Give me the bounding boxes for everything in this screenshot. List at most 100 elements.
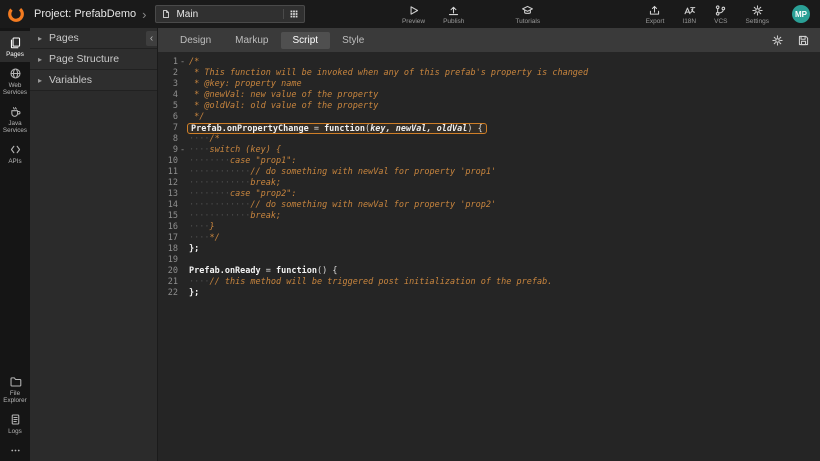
fold-marker (178, 222, 187, 233)
line-number: 6 (158, 112, 178, 123)
code-line[interactable]: 15············break; (158, 211, 820, 222)
rail-item-label: File Explorer (1, 390, 29, 404)
wavemaker-logo-icon[interactable] (7, 5, 25, 23)
left-rail: Pages Web Services Java ServicesAPIs File … (0, 28, 30, 461)
code-line[interactable]: 1-/* (158, 57, 820, 68)
code-line[interactable]: 19 (158, 255, 820, 266)
fold-marker (178, 255, 187, 266)
avatar[interactable]: MP (792, 5, 810, 23)
code-text: ········case "prop2": (187, 189, 296, 200)
rail-item-file-explorer[interactable]: File Explorer (0, 370, 30, 408)
code-text: */ (187, 112, 204, 123)
code-text: ····switch (key) { (187, 145, 281, 156)
topbar-action-vcs[interactable]: VCS (714, 4, 727, 25)
sidebar-sections: ▸Pages▸Page Structure▸Variables (30, 28, 157, 91)
tab-markup[interactable]: Markup (223, 32, 280, 49)
export-icon (648, 4, 661, 17)
code-line[interactable]: 21····// this method will be triggered p… (158, 277, 820, 288)
code-line[interactable]: 7 Prefab.onPropertyChange = function(key,… (158, 123, 820, 134)
fold-marker (178, 68, 187, 79)
line-number: 21 (158, 277, 178, 288)
code-area: 1-/*2 * This function will be invoked wh… (158, 57, 820, 299)
code-line[interactable]: 12············break; (158, 178, 820, 189)
fold-marker[interactable]: - (178, 145, 187, 156)
code-line[interactable]: 17····*/ (158, 233, 820, 244)
code-text: ········case "prop1": (187, 156, 296, 167)
code-text: * @newVal: new value of the property (187, 90, 378, 101)
topbar-action-label: Export (646, 18, 665, 25)
sidebar-section-label: Page Structure (49, 53, 119, 65)
code-text: Prefab.onPropertyChange = function(key, … (187, 123, 487, 134)
code-text: ····*/ (187, 233, 220, 244)
line-number: 16 (158, 222, 178, 233)
save-icon[interactable] (797, 34, 810, 47)
sidebar-section-label: Variables (49, 74, 92, 86)
tab-script[interactable]: Script (281, 32, 331, 49)
code-text: Prefab.onReady = function() { (187, 266, 337, 277)
topbar-action-preview[interactable]: Preview (402, 4, 425, 25)
rail-item-logs[interactable]: Logs (0, 408, 30, 439)
code-line[interactable]: 22}; (158, 288, 820, 299)
code-line[interactable]: 6 */ (158, 112, 820, 123)
fold-marker (178, 189, 187, 200)
topbar-action-tutorials[interactable]: Tutorials (515, 4, 540, 25)
tab-design[interactable]: Design (168, 32, 223, 49)
page-file-icon (161, 8, 171, 20)
tab-list: DesignMarkupScriptStyle (168, 32, 376, 49)
code-text: ············// do something with newVal … (187, 167, 496, 178)
topbar-action-settings[interactable]: Settings (746, 4, 770, 25)
fold-marker[interactable]: - (178, 57, 187, 68)
code-line[interactable]: 5 * @oldVal: old value of the property (158, 101, 820, 112)
fold-marker (178, 200, 187, 211)
grid-icon[interactable] (283, 9, 299, 19)
sidebar-section-page-structure[interactable]: ▸Page Structure (30, 49, 157, 70)
sidebar-section-pages[interactable]: ▸Pages (30, 28, 157, 49)
fold-marker (178, 244, 187, 255)
code-text: ············break; (187, 178, 281, 189)
line-number: 7 (158, 123, 178, 134)
code-line[interactable]: 11 ············// do something with newVa… (158, 167, 820, 178)
rail-item-more[interactable] (0, 439, 30, 461)
line-number: 11 (158, 167, 178, 178)
code-text: ····} (187, 222, 215, 233)
line-number: 10 (158, 156, 178, 167)
apis-icon (9, 143, 22, 156)
code-line[interactable]: 14············// do something with newVa… (158, 200, 820, 211)
code-line[interactable]: 3 * @key: property name (158, 79, 820, 90)
code-line[interactable]: 20Prefab.onReady = function() { (158, 266, 820, 277)
code-line[interactable]: 13········case "prop2": (158, 189, 820, 200)
code-text: * @oldVal: old value of the property (187, 101, 378, 112)
code-line[interactable]: 2 * This function will be invoked when a… (158, 68, 820, 79)
code-line[interactable]: 8····/* (158, 134, 820, 145)
fold-marker (178, 90, 187, 101)
topbar-action-publish[interactable]: Publish (443, 4, 464, 25)
rail-item-pages[interactable]: Pages (0, 31, 30, 62)
line-number: 15 (158, 211, 178, 222)
topbar-action-i18n[interactable]: I18N (682, 4, 696, 25)
editor-settings-gear-icon[interactable] (771, 34, 784, 47)
fold-marker (178, 101, 187, 112)
settings-icon (751, 4, 764, 17)
rail-item-apis[interactable]: APIs (0, 138, 30, 169)
line-number: 18 (158, 244, 178, 255)
code-line[interactable]: 4 * @newVal: new value of the property (158, 90, 820, 101)
code-text: * @key: property name (187, 79, 302, 90)
topbar-action-export[interactable]: Export (646, 4, 665, 25)
code-line[interactable]: 10 ········case "prop1": (158, 156, 820, 167)
tab-style[interactable]: Style (330, 32, 376, 49)
chevron-right-icon: ▸ (38, 34, 42, 43)
rail-item-java-services[interactable]: Java Services (0, 100, 30, 138)
file-explorer-icon (9, 375, 22, 388)
fold-marker (178, 277, 187, 288)
rail-item-label: Web Services (1, 82, 29, 96)
script-editor[interactable]: 1-/*2 * This function will be invoked wh… (158, 52, 820, 461)
code-line[interactable]: 16 ····} (158, 222, 820, 233)
collapse-sidebar-button[interactable]: ‹ (146, 31, 157, 46)
fold-marker (178, 211, 187, 222)
sidebar-section-variables[interactable]: ▸Variables (30, 70, 157, 91)
page-selector[interactable]: Main (155, 5, 305, 23)
rail-item-web-services[interactable]: Web Services (0, 62, 30, 100)
code-line[interactable]: 18}; (158, 244, 820, 255)
vcs-icon (714, 4, 727, 17)
code-line[interactable]: 9-····switch (key) { (158, 145, 820, 156)
